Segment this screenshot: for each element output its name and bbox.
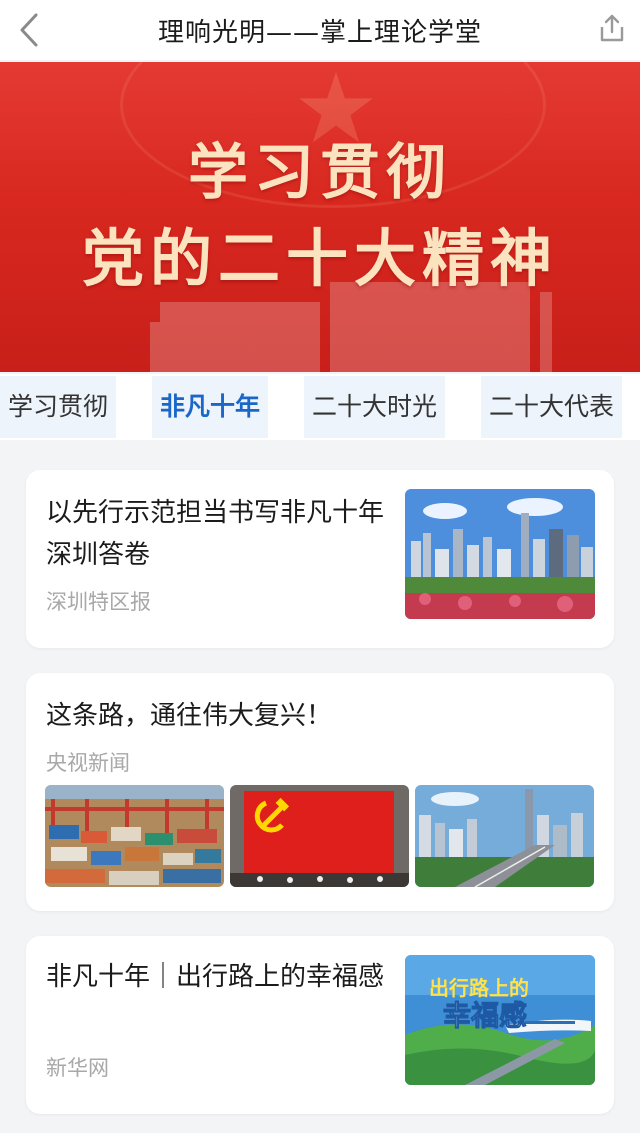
article-title: 非凡十年｜出行路上的幸福感 — [46, 962, 385, 992]
article-source: 央视新闻 — [46, 751, 130, 775]
tab-congress-moments[interactable]: 二十大时光 — [304, 376, 446, 438]
tab-extraordinary-decade[interactable]: 非凡十年 — [152, 376, 269, 438]
article-card[interactable]: 非凡十年｜出行路上的幸福感 新华网 出行路上的 幸福感 — [26, 936, 614, 1114]
category-tabs: 学习贯彻 非凡十年 二十大时光 二十大代表 — [0, 374, 640, 440]
article-card[interactable]: 以先行示范担当书写非凡十年深圳答卷 深圳特区报 — [26, 470, 614, 648]
article-title: 以先行示范担当书写非凡十年深圳答卷 — [46, 498, 385, 570]
hero-banner[interactable]: 学习贯彻 党的二十大精神 — [0, 62, 640, 372]
back-button[interactable] — [14, 12, 44, 48]
share-button[interactable] — [594, 10, 630, 46]
share-icon — [600, 14, 624, 42]
top-bar: 理响光明——掌上理论学堂 — [0, 0, 640, 60]
article-source: 深圳特区报 — [46, 590, 151, 614]
page-title: 理响光明——掌上理论学堂 — [157, 17, 482, 48]
thumbnail-text-line1: 出行路上的 — [429, 976, 529, 1000]
tab-congress-delegates[interactable]: 二十大代表 — [481, 376, 623, 438]
banner-title-line1: 学习贯彻 — [188, 138, 452, 208]
banner-title-line2: 党的二十大精神 — [81, 222, 558, 295]
article-source: 新华网 — [46, 1056, 109, 1080]
article-card[interactable]: 这条路，通往伟大复兴！ 央视新闻 — [26, 673, 614, 911]
article-thumbnail-party-flag — [230, 785, 409, 887]
article-title: 这条路，通往伟大复兴！ — [46, 701, 333, 731]
article-thumbnail-port — [45, 785, 224, 887]
thumbnail-text-line2: 幸福感 — [443, 999, 527, 1032]
article-thumbnail-skyline — [415, 785, 594, 887]
tab-study[interactable]: 学习贯彻 — [0, 376, 117, 438]
chevron-left-icon — [20, 13, 38, 47]
article-thumbnail-city — [405, 489, 595, 619]
article-thumbnail-happiness: 出行路上的 幸福感 — [405, 955, 595, 1085]
